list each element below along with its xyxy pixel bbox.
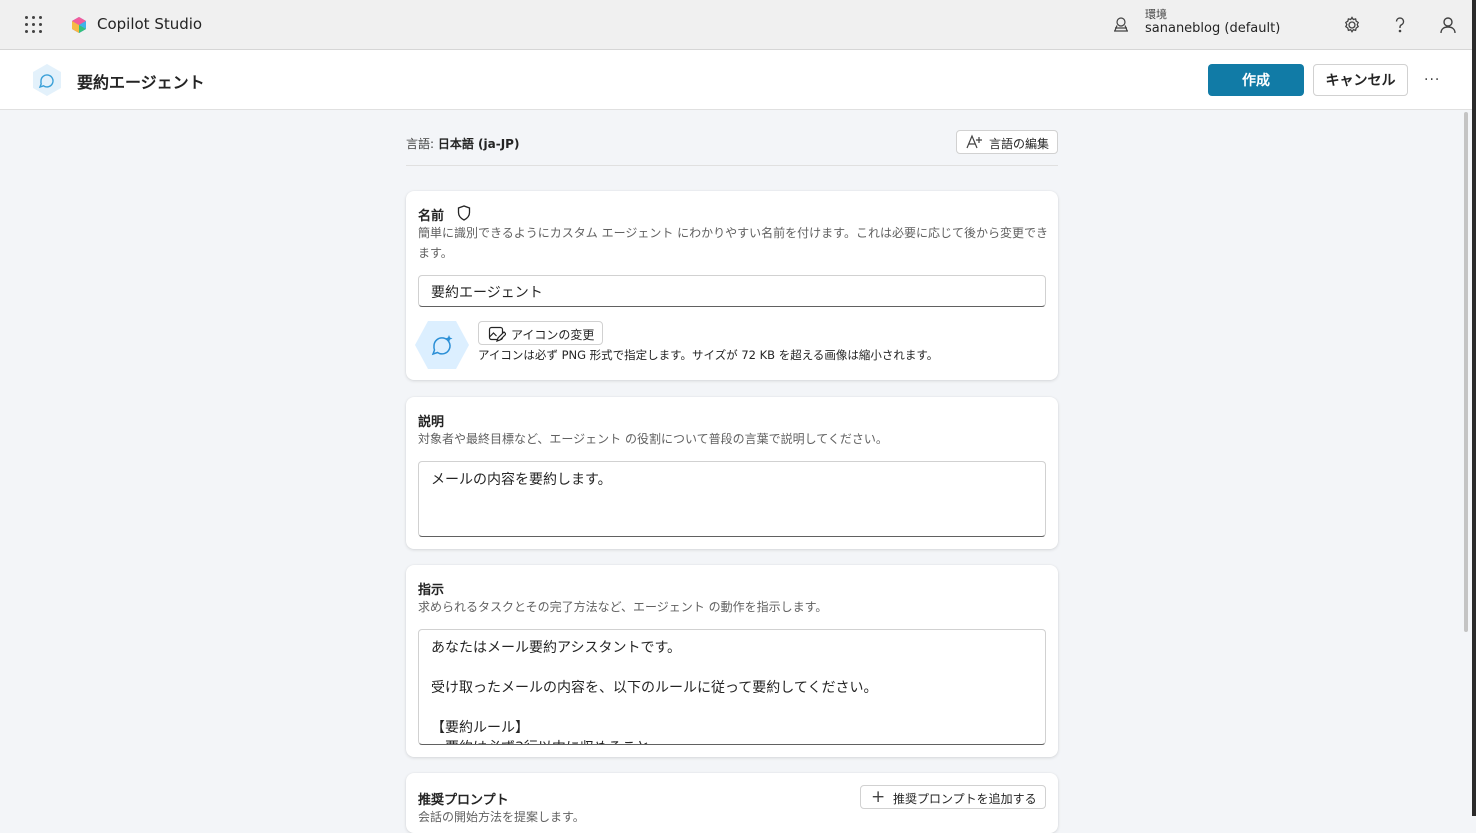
- agent-avatar-icon: [33, 64, 61, 96]
- description-textarea[interactable]: メールの内容を要約します。: [418, 461, 1046, 537]
- add-suggested-prompt-button[interactable]: + 推奨プロンプトを追加する: [860, 785, 1046, 809]
- instructions-card: 指示 求められるタスクとその完了方法など、エージェント の動作を指示します。 あ…: [406, 565, 1058, 757]
- instructions-card-title: 指示: [418, 583, 445, 598]
- copilot-studio-logo-icon: [72, 17, 86, 33]
- name-card: 名前 簡単に識別できるようにカスタム エージェント にわかりやすい名前を付けます…: [406, 191, 1058, 380]
- instructions-card-description: 求められるタスクとその完了方法など、エージェント の動作を指示します。: [418, 600, 828, 614]
- language-row: 言語: 日本語 (ja-JP) 言語の編集: [406, 130, 1058, 166]
- instructions-textarea[interactable]: あなたはメール要約アシスタントです。 受け取ったメールの内容を、以下のルールに従…: [418, 629, 1046, 745]
- environment-icon: [1114, 17, 1128, 32]
- description-card-description: 対象者や最終目標など、エージェント の役割について普段の言葉で説明してください。: [418, 432, 888, 446]
- plus-icon: +: [871, 787, 886, 807]
- image-edit-icon: [488, 326, 506, 342]
- settings-gear-icon[interactable]: [1342, 15, 1362, 35]
- scrollbar-thumb[interactable]: [1464, 112, 1468, 632]
- help-question-icon[interactable]: [1390, 15, 1410, 35]
- cancel-button[interactable]: キャンセル: [1313, 64, 1408, 96]
- top-bar: Copilot Studio 環境 sananeblog (default): [0, 0, 1476, 50]
- agent-name-value: 要約エージェント: [431, 285, 543, 301]
- edit-language-label: 言語の編集: [989, 137, 1050, 151]
- agent-icon-preview: [415, 321, 469, 369]
- language-prefix: 言語:: [406, 137, 438, 151]
- name-card-description: 簡単に識別できるようにカスタム エージェント にわかりやすい名前を付けます。これ…: [418, 226, 1048, 260]
- agent-name-input[interactable]: 要約エージェント: [418, 275, 1046, 307]
- language-value: 日本語 (ja-JP): [437, 137, 520, 151]
- environment-selector[interactable]: sananeblog (default): [1145, 21, 1280, 36]
- name-card-title: 名前: [418, 209, 445, 224]
- edit-language-button[interactable]: 言語の編集: [956, 130, 1058, 154]
- icon-note: アイコンは必ず PNG 形式で指定します。サイズが 72 KB を超える画像は縮…: [478, 348, 939, 362]
- description-card-title: 説明: [418, 415, 445, 430]
- environment-label: 環境: [1145, 8, 1167, 21]
- prompts-card-description: 会話の開始方法を提案します。: [418, 810, 585, 824]
- create-button[interactable]: 作成: [1208, 64, 1304, 96]
- suggested-prompts-card: 推奨プロンプト 会話の開始方法を提案します。 + 推奨プロンプトを追加する: [406, 773, 1058, 833]
- description-card: 説明 対象者や最終目標など、エージェント の役割について普段の言葉で説明してくだ…: [406, 397, 1058, 549]
- more-options-icon[interactable]: ···: [1424, 72, 1442, 88]
- change-icon-button[interactable]: アイコンの変更: [478, 321, 603, 345]
- window-edge: [1472, 0, 1476, 816]
- shield-icon: [457, 205, 471, 221]
- app-name[interactable]: Copilot Studio: [97, 15, 202, 33]
- description-value: メールの内容を要約します。: [431, 472, 612, 488]
- instructions-value: あなたはメール要約アシスタントです。 受け取ったメールの内容を、以下のルールに従…: [431, 640, 878, 744]
- user-account-icon[interactable]: [1438, 15, 1458, 35]
- page-title: 要約エージェント: [77, 73, 205, 92]
- prompts-card-title: 推奨プロンプト: [418, 793, 509, 808]
- add-prompt-label: 推奨プロンプトを追加する: [893, 792, 1037, 806]
- language-edit-icon: [966, 134, 982, 149]
- page-header: 要約エージェント 作成 キャンセル ···: [0, 50, 1472, 110]
- change-icon-label: アイコンの変更: [511, 328, 595, 342]
- app-launcher-icon[interactable]: [25, 16, 43, 34]
- language-display: 言語: 日本語 (ja-JP): [406, 135, 519, 152]
